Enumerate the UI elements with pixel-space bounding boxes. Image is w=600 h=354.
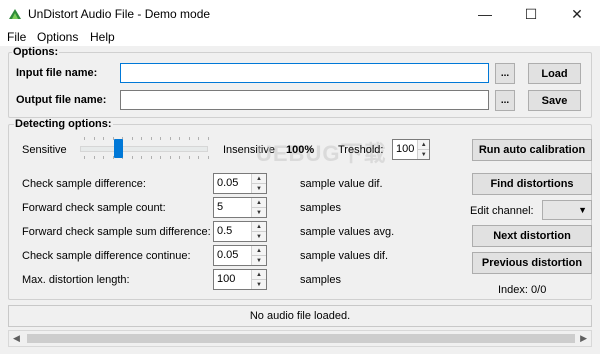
status-text: No audio file loaded.: [249, 310, 351, 322]
input-file-field[interactable]: [120, 63, 489, 83]
slider-tick: [179, 137, 180, 140]
sensitive-label: Sensitive: [22, 144, 67, 156]
slider-tick: [150, 137, 152, 140]
chevron-down-icon[interactable]: ▼: [252, 208, 266, 217]
input-file-label: Input file name:: [16, 67, 98, 79]
slider-tick: [131, 156, 133, 159]
slider-tick: [112, 156, 114, 159]
slider-tick: [93, 137, 95, 140]
param-label-check-sample-difference-continue: Check sample difference continue:: [22, 250, 191, 262]
output-file-label: Output file name:: [16, 94, 107, 106]
param-unit: sample value dif.: [300, 178, 383, 190]
find-distortions-button[interactable]: Find distortions: [472, 173, 592, 195]
max-distortion-length-stepper[interactable]: 100 ▲ ▼: [213, 269, 267, 290]
threshold-value[interactable]: 100: [393, 140, 417, 159]
param-label-max-distortion-length: Max. distortion length:: [22, 274, 130, 286]
index-label: Index: 0/0: [498, 284, 547, 296]
slider-tick: [84, 156, 85, 159]
slider-tick: [103, 156, 104, 159]
param-unit: sample values dif.: [300, 250, 389, 262]
window-title: UnDistort Audio File - Demo mode: [28, 7, 211, 21]
slider-tick: [160, 156, 161, 159]
slider-tick: [207, 137, 209, 140]
status-bar: No audio file loaded.: [8, 305, 592, 327]
forward-check-sample-sum-difference-stepper[interactable]: 0.5 ▲ ▼: [213, 221, 267, 242]
stepper-value[interactable]: 0.05: [214, 246, 251, 265]
slider-tick: [150, 156, 152, 159]
chevron-down-icon[interactable]: ▼: [252, 280, 266, 289]
param-unit: samples: [300, 202, 341, 214]
slider-tick: [103, 137, 104, 140]
slider-tick: [198, 156, 199, 159]
slider-tick: [207, 156, 209, 159]
detecting-section-title: Detecting options:: [14, 118, 113, 130]
threshold-stepper[interactable]: 100 ▲ ▼: [392, 139, 430, 160]
previous-distortion-button[interactable]: Previous distortion: [472, 252, 592, 274]
param-label-check-sample-difference: Check sample difference:: [22, 178, 146, 190]
param-label-forward-check-sample-sum-difference: Forward check sample sum difference:: [22, 226, 211, 238]
maximize-button[interactable]: ☐: [508, 0, 554, 28]
stepper-value[interactable]: 0.05: [214, 174, 251, 193]
param-unit: samples: [300, 274, 341, 286]
chevron-up-icon[interactable]: ▲: [252, 246, 266, 256]
check-sample-difference-continue-stepper[interactable]: 0.05 ▲ ▼: [213, 245, 267, 266]
sensitivity-percent: 100%: [286, 144, 315, 156]
run-auto-calibration-button[interactable]: Run auto calibration: [472, 139, 592, 161]
next-distortion-button[interactable]: Next distortion: [472, 225, 592, 247]
sensitivity-slider-track[interactable]: [80, 146, 208, 152]
chevron-down-icon[interactable]: ▼: [418, 150, 429, 159]
chevron-down-icon[interactable]: ▼: [252, 256, 266, 265]
menu-options[interactable]: Options: [37, 30, 78, 44]
sensitivity-slider-thumb[interactable]: [114, 139, 124, 158]
slider-tick: [188, 137, 190, 140]
chevron-up-icon[interactable]: ▲: [252, 174, 266, 184]
scrollbar-thumb[interactable]: [27, 334, 575, 343]
slider-tick: [169, 156, 171, 159]
forward-check-sample-count-stepper[interactable]: 5 ▲ ▼: [213, 197, 267, 218]
slider-tick: [179, 156, 180, 159]
browse-input-button[interactable]: ...: [495, 63, 515, 84]
param-label-forward-check-sample-count: Forward check sample count:: [22, 202, 166, 214]
stepper-value[interactable]: 0.5: [214, 222, 251, 241]
save-button[interactable]: Save: [528, 90, 581, 111]
slider-tick: [198, 137, 199, 140]
horizontal-scrollbar[interactable]: ◀ ▶: [8, 330, 592, 347]
slider-tick: [131, 137, 133, 140]
slider-tick: [84, 137, 85, 140]
param-unit: sample values avg.: [300, 226, 395, 238]
chevron-right-icon[interactable]: ▶: [580, 333, 587, 344]
edit-channel-label: Edit channel:: [470, 205, 534, 217]
slider-tick: [188, 156, 190, 159]
chevron-up-icon[interactable]: ▲: [252, 198, 266, 208]
browse-output-button[interactable]: ...: [495, 90, 515, 111]
close-button[interactable]: ✕: [554, 0, 600, 28]
chevron-up-icon[interactable]: ▲: [252, 270, 266, 280]
edit-channel-dropdown[interactable]: ▼: [542, 200, 592, 220]
chevron-up-icon[interactable]: ▲: [418, 140, 429, 150]
chevron-down-icon[interactable]: ▼: [252, 184, 266, 193]
stepper-value[interactable]: 5: [214, 198, 251, 217]
chevron-left-icon[interactable]: ◀: [13, 333, 20, 344]
slider-tick: [169, 137, 171, 140]
stepper-value[interactable]: 100: [214, 270, 251, 289]
options-section-title: Options:: [12, 46, 60, 58]
minimize-button[interactable]: —: [462, 0, 508, 28]
slider-ticks-bottom: [84, 156, 209, 160]
load-button[interactable]: Load: [528, 63, 581, 84]
chevron-down-icon[interactable]: ▼: [252, 232, 266, 241]
slider-tick: [141, 156, 142, 159]
output-file-field[interactable]: [120, 90, 489, 110]
threshold-label: Treshold:: [338, 144, 384, 156]
app-logo-icon: [9, 9, 21, 19]
chevron-down-icon: ▼: [578, 205, 587, 215]
slider-tick: [93, 156, 95, 159]
slider-tick: [112, 137, 114, 140]
slider-tick: [141, 137, 142, 140]
slider-ticks-top: [84, 137, 209, 141]
menu-help[interactable]: Help: [90, 30, 115, 44]
slider-tick: [160, 137, 161, 140]
chevron-up-icon[interactable]: ▲: [252, 222, 266, 232]
check-sample-difference-stepper[interactable]: 0.05 ▲ ▼: [213, 173, 267, 194]
menu-file[interactable]: File: [7, 30, 26, 44]
